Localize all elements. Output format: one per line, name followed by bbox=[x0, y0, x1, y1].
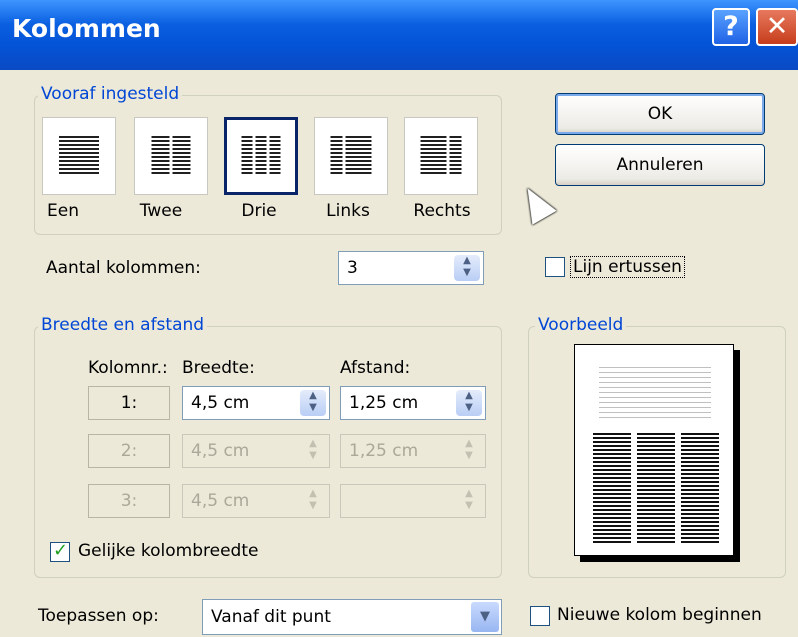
width-input-3: 4,5 cm ▲ ▼ bbox=[182, 484, 330, 518]
close-icon: ✕ bbox=[765, 11, 789, 42]
line-between-label[interactable]: Lijn ertussen bbox=[570, 256, 685, 278]
preset-een-label: Een bbox=[47, 201, 79, 221]
preset-rechts-label: Rechts bbox=[413, 201, 471, 221]
title-bar[interactable]: Kolommen ? ✕ bbox=[0, 0, 798, 70]
preview-column-2 bbox=[637, 433, 675, 543]
width-value-1: 4,5 cm bbox=[191, 393, 250, 413]
apply-to-select[interactable]: Vanaf dit punt ▼ bbox=[202, 599, 502, 635]
line-between-checkbox[interactable] bbox=[545, 257, 565, 277]
help-button[interactable]: ? bbox=[712, 8, 750, 46]
ok-button[interactable]: OK bbox=[555, 93, 765, 135]
columns-count-value: 3 bbox=[347, 258, 358, 278]
spacing-input-3: ▲ ▼ bbox=[340, 484, 486, 518]
preview-group-label: Voorbeeld bbox=[535, 315, 627, 335]
preset-twee[interactable] bbox=[134, 117, 208, 195]
columns-count-label: Aantal kolommen: bbox=[46, 258, 201, 278]
preset-links-label: Links bbox=[326, 201, 370, 221]
preview-column-1 bbox=[593, 433, 631, 543]
columns-dialog: Kolommen ? ✕ Vooraf ingesteld Een Twee D… bbox=[0, 0, 798, 637]
width-value-3: 4,5 cm bbox=[191, 491, 250, 511]
right-column-icon bbox=[420, 136, 462, 176]
width-spacing-group-label: Breedte en afstand bbox=[38, 315, 208, 335]
width-input-2: 4,5 cm ▲ ▼ bbox=[182, 434, 330, 468]
two-columns-icon bbox=[151, 136, 191, 176]
column-number-3: 3: bbox=[88, 484, 170, 518]
preview-column-3 bbox=[681, 433, 719, 543]
column-number-header: Kolomnr.: bbox=[88, 358, 168, 378]
preset-drie[interactable] bbox=[224, 117, 298, 195]
preset-drie-label: Drie bbox=[241, 201, 277, 221]
preview-header-lines bbox=[599, 367, 711, 419]
spacing-spinner-2: ▲ ▼ bbox=[456, 438, 482, 464]
preset-een[interactable] bbox=[42, 117, 116, 195]
equal-width-label[interactable]: Gelijke kolombreedte bbox=[78, 541, 258, 561]
columns-count-spinner[interactable]: ▲ ▼ bbox=[454, 255, 480, 281]
cancel-button[interactable]: Annuleren bbox=[555, 144, 765, 186]
width-spinner-2: ▲ ▼ bbox=[300, 438, 326, 464]
one-column-icon bbox=[59, 136, 99, 176]
width-spinner-1[interactable]: ▲ ▼ bbox=[300, 390, 326, 416]
mouse-cursor-icon bbox=[515, 181, 557, 225]
columns-count-input[interactable]: 3 ▲ ▼ bbox=[338, 251, 484, 285]
preset-links[interactable] bbox=[314, 117, 388, 195]
preview-page bbox=[574, 344, 734, 556]
three-columns-icon bbox=[241, 136, 281, 176]
apply-to-label: Toepassen op: bbox=[38, 606, 159, 626]
spacing-value-1: 1,25 cm bbox=[349, 393, 419, 413]
spacing-input-2: 1,25 cm ▲ ▼ bbox=[340, 434, 486, 468]
apply-to-value: Vanaf dit punt bbox=[211, 607, 331, 627]
width-header: Breedte: bbox=[182, 358, 255, 378]
width-spinner-3: ▲ ▼ bbox=[300, 488, 326, 514]
width-value-2: 4,5 cm bbox=[191, 441, 250, 461]
spacing-header: Afstand: bbox=[340, 358, 411, 378]
spacing-value-2: 1,25 cm bbox=[349, 441, 419, 461]
spacing-spinner-3: ▲ ▼ bbox=[456, 488, 482, 514]
preset-twee-label: Twee bbox=[139, 201, 183, 221]
width-input-1[interactable]: 4,5 cm ▲ ▼ bbox=[182, 386, 330, 420]
new-column-label[interactable]: Nieuwe kolom beginnen bbox=[557, 605, 762, 625]
column-number-1: 1: bbox=[88, 386, 170, 420]
spacing-input-1[interactable]: 1,25 cm ▲ ▼ bbox=[340, 386, 486, 420]
dialog-title: Kolommen bbox=[12, 14, 161, 43]
spacing-spinner-1[interactable]: ▲ ▼ bbox=[456, 390, 482, 416]
left-column-icon bbox=[330, 136, 372, 176]
equal-width-checkbox[interactable] bbox=[50, 540, 70, 562]
presets-group-label: Vooraf ingesteld bbox=[38, 84, 183, 104]
chevron-down-icon[interactable]: ▼ bbox=[471, 602, 499, 632]
close-button[interactable]: ✕ bbox=[756, 8, 798, 46]
preset-rechts[interactable] bbox=[404, 117, 478, 195]
column-number-2: 2: bbox=[88, 434, 170, 468]
new-column-checkbox[interactable] bbox=[530, 606, 550, 626]
